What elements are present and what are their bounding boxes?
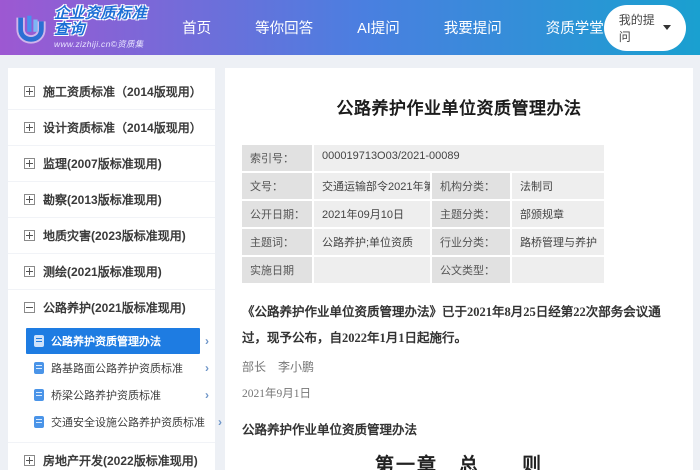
- sidebar-item-highway-maintenance[interactable]: 公路养护(2021版标准现用): [8, 290, 215, 325]
- signature-date: 2021年9月1日: [242, 387, 311, 400]
- sidebar-column: 施工资质标准（2014版现用） 设计资质标准（2014版现用） 监理(2007版…: [8, 68, 215, 470]
- sidebar-item-geological-disaster[interactable]: 地质灾害(2023版标准现用): [8, 218, 215, 254]
- document-icon: [34, 389, 44, 401]
- site-logo[interactable]: 企业资质标准查询 www.zizhiji.cn©资质集: [14, 4, 152, 49]
- meta-value-industry: 路桥管理与养护: [512, 229, 604, 255]
- sidebar-item-label: 房地产开发(2022版标准现用): [43, 454, 198, 468]
- page-content: 施工资质标准（2014版现用） 设计资质标准（2014版现用） 监理(2007版…: [0, 55, 700, 470]
- subitem-traffic-safety-facilities[interactable]: 交通安全设施公路养护资质标准: [26, 409, 209, 435]
- meta-label-doctype: 公文类型：: [432, 257, 510, 283]
- meta-label-pubdate: 公开日期：: [242, 201, 312, 227]
- site-logo-icon: [16, 15, 46, 44]
- sidebar-item-design[interactable]: 设计资质标准（2014版现用）: [8, 110, 215, 146]
- meta-value-topic: 部颁规章: [512, 201, 604, 227]
- nav-ai-ask[interactable]: AI提问: [357, 17, 400, 38]
- meta-label-industry: 行业分类：: [432, 229, 510, 255]
- minister-signature: 部长 李小鹏: [242, 359, 315, 374]
- meta-value-doctype: [512, 257, 604, 283]
- sidebar-item-label: 公路养护(2021版标准现用): [43, 301, 186, 315]
- expand-icon[interactable]: [24, 86, 35, 97]
- meta-value-docno: 交通运输部令2021年第22号: [314, 173, 430, 199]
- sidebar-item-survey[interactable]: 勘察(2013版标准现用): [8, 182, 215, 218]
- meta-label-effective: 实施日期: [242, 257, 312, 283]
- standards-accordion: 施工资质标准（2014版现用） 设计资质标准（2014版现用） 监理(2007版…: [8, 68, 215, 470]
- subitem-label: 桥梁公路养护资质标准: [51, 390, 161, 402]
- meta-value-index: 000019713O03/2021-00089: [314, 145, 604, 171]
- site-title: 企业资质标准查询: [54, 4, 148, 39]
- subitem-maintenance-measures[interactable]: 公路养护资质管理办法: [26, 328, 209, 354]
- expand-icon[interactable]: [24, 266, 35, 277]
- subitem-label: 路基路面公路养护资质标准: [51, 363, 183, 375]
- sidebar-item-label: 地质灾害(2023版标准现用): [43, 229, 186, 243]
- sidebar-item-real-estate[interactable]: 房地产开发(2022版标准现用): [8, 443, 215, 470]
- chevron-right-icon: [200, 334, 209, 348]
- expand-icon[interactable]: [24, 455, 35, 466]
- meta-value-effective: [314, 257, 430, 283]
- meta-value-pubdate: 2021年09月10日: [314, 201, 430, 227]
- nav-links: 首页 等你回答 AI提问 我要提问 资质学堂: [182, 17, 604, 38]
- sidebar-item-label: 施工资质标准（2014版现用）: [43, 85, 202, 99]
- subitem-bridge[interactable]: 桥梁公路养护资质标准: [26, 382, 209, 408]
- page-title: 公路养护作业单位资质管理办法: [336, 99, 582, 118]
- document-icon: [34, 335, 44, 347]
- document-icon: [34, 362, 44, 374]
- chevron-right-icon: [200, 361, 209, 375]
- sidebar-item-construction[interactable]: 施工资质标准（2014版现用）: [8, 74, 215, 110]
- my-questions-label: 我的提问: [618, 12, 655, 44]
- chapter-heading: 第一章 总 则: [374, 454, 543, 470]
- sidebar-item-mapping[interactable]: 测绘(2021版标准现用): [8, 254, 215, 290]
- nav-qualification-school[interactable]: 资质学堂: [546, 17, 604, 38]
- meta-label-docno: 文号：: [242, 173, 312, 199]
- chevron-right-icon: [200, 388, 209, 402]
- expand-icon[interactable]: [24, 194, 35, 205]
- sidebar-item-label: 设计资质标准（2014版现用）: [43, 121, 202, 135]
- meta-label-topic: 主题分类：: [432, 201, 510, 227]
- collapse-icon[interactable]: [24, 302, 35, 313]
- chevron-down-icon: [663, 25, 671, 30]
- expand-icon[interactable]: [24, 122, 35, 133]
- meta-value-keywords: 公路养护;单位资质: [314, 229, 430, 255]
- expand-icon[interactable]: [24, 230, 35, 241]
- document-icon: [34, 416, 44, 428]
- subitem-label: 公路养护资质管理办法: [51, 336, 161, 348]
- sidebar-item-label: 测绘(2021版标准现用): [43, 265, 162, 279]
- nav-waiting-answers[interactable]: 等你回答: [255, 17, 313, 38]
- chevron-right-icon: [213, 415, 222, 429]
- sidebar-item-label: 勘察(2013版标准现用): [43, 193, 162, 207]
- top-navbar: 企业资质标准查询 www.zizhiji.cn©资质集 首页 等你回答 AI提问…: [0, 0, 700, 55]
- subitem-label: 交通安全设施公路养护资质标准: [51, 417, 205, 429]
- nav-ask-question[interactable]: 我要提问: [444, 17, 502, 38]
- document-panel: 公路养护作业单位资质管理办法 索引号： 000019713O03/2021-00…: [225, 68, 693, 470]
- my-questions-dropdown[interactable]: 我的提问: [603, 4, 686, 51]
- meta-label-keywords: 主题词：: [242, 229, 312, 255]
- sidebar-item-supervision[interactable]: 监理(2007版标准现用): [8, 146, 215, 182]
- document-subtitle: 公路养护作业单位资质管理办法: [242, 422, 418, 437]
- announcement-paragraph: 《公路养护作业单位资质管理办法》已于2021年8月25日经第22次部务会议通过，…: [242, 305, 661, 346]
- document-meta-table: 索引号： 000019713O03/2021-00089 文号： 交通运输部令2…: [242, 145, 676, 283]
- meta-value-org: 法制司: [512, 173, 604, 199]
- sidebar-item-label: 监理(2007版标准现用): [43, 157, 162, 171]
- site-url: www.zizhiji.cn©资质集: [54, 38, 144, 49]
- expand-icon[interactable]: [24, 158, 35, 169]
- nav-home[interactable]: 首页: [182, 17, 211, 38]
- subitem-roadbed-pavement[interactable]: 路基路面公路养护资质标准: [26, 355, 209, 381]
- meta-label-org: 机构分类：: [432, 173, 510, 199]
- highway-maintenance-sublist: 公路养护资质管理办法 路基路面公路养护资质标准 桥梁公路养护资质标准: [8, 325, 215, 443]
- meta-label-index: 索引号：: [242, 145, 312, 171]
